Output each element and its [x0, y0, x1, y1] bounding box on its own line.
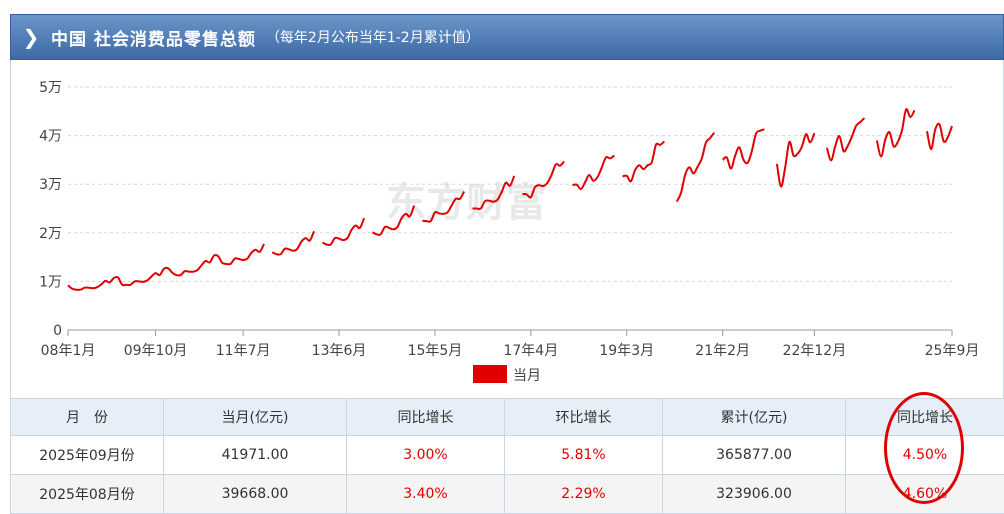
x-tick-label: 25年9月 [925, 343, 980, 359]
col-header-current-month[interactable]: 当月(亿元) [164, 399, 347, 436]
y-tick-label: 5万 [39, 80, 62, 96]
x-tick-label: 08年1月 [41, 343, 96, 359]
series-line-segment [827, 118, 865, 160]
x-tick-label: 22年12月 [783, 343, 847, 359]
y-axis: 0 1万 2万 3万 4万 5万 [39, 80, 62, 339]
series-line-segment [927, 124, 952, 149]
cell-mom: 2.29% [505, 475, 663, 514]
series-line-segment [623, 141, 665, 181]
cell-yoy: 3.40% [347, 475, 505, 514]
col-header-yoy[interactable]: 同比增长 [347, 399, 505, 436]
series-line-segment [677, 133, 715, 202]
col-header-cumulative[interactable]: 累计(亿元) [663, 399, 846, 436]
y-tick-label: 2万 [39, 226, 62, 242]
x-tick-label: 19年3月 [599, 343, 654, 359]
cell-month: 2025年08月份 [11, 475, 164, 514]
legend[interactable]: 当月 [473, 365, 541, 384]
table-row: 2025年08月份 39668.00 3.40% 2.29% 323906.00… [11, 475, 1004, 514]
col-header-cumulative-yoy[interactable]: 同比增长 [846, 399, 1004, 436]
x-tick-label: 11年7月 [216, 343, 271, 359]
legend-label-current-month[interactable]: 当月 [513, 368, 541, 384]
y-tick-label: 4万 [39, 129, 62, 145]
cell-cumulative-yoy: 4.60% [846, 475, 1004, 514]
chart-title: 中国 社会消费品零售总额 [51, 25, 256, 50]
cell-cumulative: 323906.00 [663, 475, 846, 514]
series-line-segment [68, 244, 264, 290]
x-tick-label: 13年6月 [312, 343, 367, 359]
y-tick-label: 0 [53, 323, 62, 339]
series-line-segment [777, 133, 815, 186]
series-line-segment [272, 231, 314, 254]
table-row: 2025年09月份 41971.00 3.00% 5.81% 365877.00… [11, 436, 1004, 475]
x-tick-label: 09年10月 [124, 343, 188, 359]
cell-yoy: 3.00% [347, 436, 505, 475]
watermark-logo-text: 东方财富 [386, 180, 546, 226]
series-line-segment [877, 109, 915, 156]
retail-sales-chart: 东方财富 0 1万 2万 3万 4万 5万 08年1月 09年10月 11年7月 13年6月 15… [11, 60, 1004, 398]
x-tick-label: 17年4月 [503, 343, 558, 359]
table-header-row: 月 份 当月(亿元) 同比增长 环比增长 累计(亿元) 同比增长 [11, 399, 1004, 436]
col-header-month[interactable]: 月 份 [11, 399, 164, 436]
x-tick-label: 15年5月 [408, 343, 463, 359]
chart-container: 东方财富 0 1万 2万 3万 4万 5万 08年1月 09年10月 11年7月 13年6月 15… [10, 60, 1004, 398]
chart-subtitle: （每年2月公布当年1-2月累计值） [266, 27, 480, 47]
legend-swatch-current-month[interactable] [473, 365, 507, 383]
cell-cumulative-yoy: 4.50% [846, 436, 1004, 475]
col-header-mom[interactable]: 环比增长 [505, 399, 663, 436]
cell-cumulative: 365877.00 [663, 436, 846, 475]
cell-current-month: 41971.00 [164, 436, 347, 475]
chevron-right-icon[interactable]: ❯ [11, 25, 51, 49]
series-line-segment [322, 218, 364, 245]
chart-header: ❯ 中国 社会消费品零售总额 （每年2月公布当年1-2月累计值） [10, 14, 1004, 60]
x-axis: 08年1月 09年10月 11年7月 13年6月 15年5月 17年4月 19年3月 21年2… [41, 330, 980, 359]
cell-current-month: 39668.00 [164, 475, 347, 514]
x-tick-label: 21年2月 [695, 343, 750, 359]
y-tick-label: 3万 [39, 177, 62, 193]
cell-month: 2025年09月份 [11, 436, 164, 475]
data-table: 月 份 当月(亿元) 同比增长 环比增长 累计(亿元) 同比增长 2025年09… [10, 398, 1004, 514]
y-tick-label: 1万 [39, 274, 62, 290]
cell-mom: 5.81% [505, 436, 663, 475]
